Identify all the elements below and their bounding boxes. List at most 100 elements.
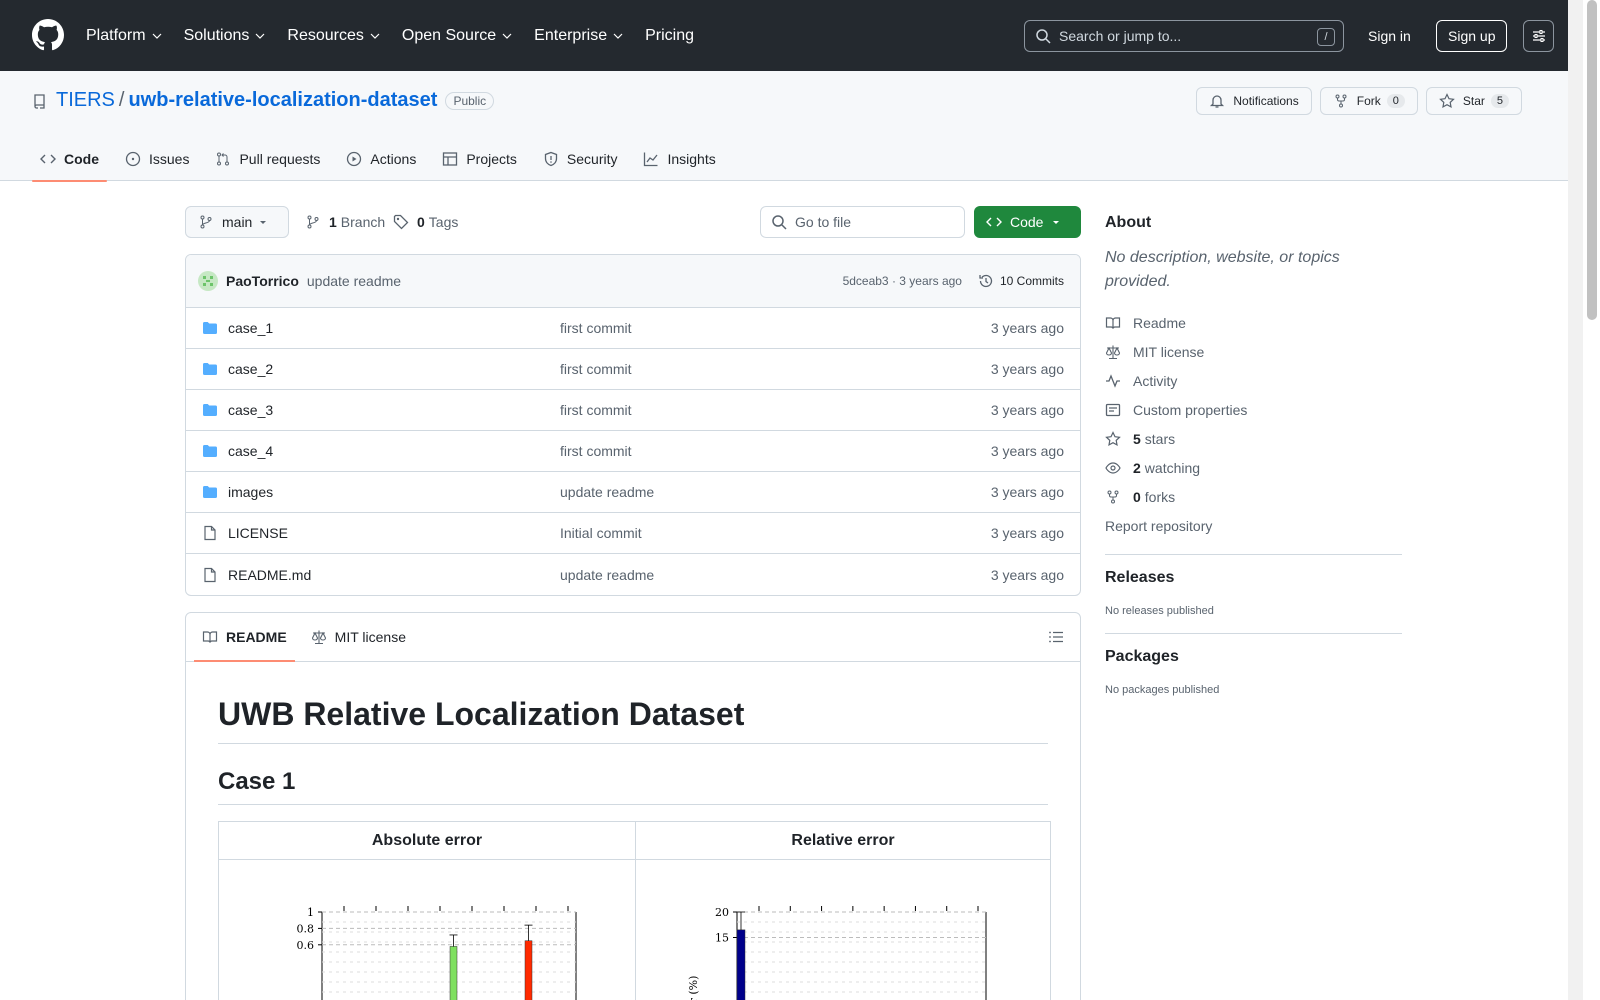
tab-pull-requests[interactable]: Pull requests [207, 136, 328, 181]
license-link[interactable]: MIT license [1105, 337, 1402, 366]
scrollbar-thumb[interactable] [1587, 0, 1597, 320]
nav-enterprise[interactable]: Enterprise [534, 27, 623, 45]
file-icon [202, 567, 218, 583]
report-repository-link[interactable]: Report repository [1105, 511, 1402, 540]
file-name-link[interactable]: case_1 [228, 320, 560, 336]
latest-commit-row: PaoTorrico update readme 5dceab3 · 3 yea… [186, 255, 1080, 308]
file-commit-message-link[interactable]: Initial commit [560, 525, 642, 541]
folder-icon [203, 363, 217, 375]
file-commit-message-link[interactable]: update readme [560, 484, 654, 500]
list-icon [1049, 631, 1063, 643]
y-tick-label: 0.6 [297, 939, 315, 952]
repo-actions: Notifications Fork 0 Star 5 [1188, 87, 1522, 115]
activity-link[interactable]: Activity [1105, 366, 1402, 395]
star-button[interactable]: Star 5 [1425, 87, 1522, 115]
y-tick-label: 20 [715, 906, 729, 919]
releases-heading[interactable]: Releases [1105, 569, 1402, 587]
tab-actions[interactable]: Actions [338, 136, 424, 181]
go-to-file-input[interactable]: Go to file [760, 206, 965, 238]
nav-solutions[interactable]: Solutions [184, 27, 266, 45]
file-commit-message-link[interactable]: first commit [560, 361, 632, 377]
table-row: case_2 first commit 3 years ago [186, 349, 1080, 390]
tab-security[interactable]: Security [535, 136, 626, 181]
nav-resources[interactable]: Resources [287, 27, 380, 45]
commits-history-link[interactable]: 10 Commits [978, 273, 1064, 289]
tab-code[interactable]: Code [32, 136, 107, 182]
notifications-label: Notifications [1233, 94, 1299, 108]
file-commit-message-link[interactable]: update readme [560, 567, 654, 583]
repo-owner-link[interactable]: TIERS [56, 89, 115, 112]
code-dropdown-button[interactable]: Code [974, 206, 1081, 238]
nav-platform[interactable]: Platform [86, 27, 162, 45]
commit-author-link[interactable]: PaoTorrico [226, 273, 299, 289]
search-placeholder: Search or jump to... [1059, 28, 1182, 44]
about-heading: About [1105, 214, 1152, 231]
page-scrollbar[interactable] [1568, 0, 1583, 1000]
chevron-down-icon [613, 33, 623, 39]
commit-message-link[interactable]: update readme [307, 273, 401, 289]
issue-icon [125, 151, 141, 166]
tags-link[interactable]: 0 Tags [393, 206, 458, 238]
file-table: PaoTorrico update readme 5dceab3 · 3 yea… [185, 254, 1081, 596]
tab-license[interactable]: MIT license [303, 613, 414, 661]
star-count: 5 [1490, 94, 1509, 108]
file-name-link[interactable]: images [228, 484, 560, 500]
sign-up-button[interactable]: Sign up [1436, 20, 1508, 52]
search-icon [772, 215, 787, 230]
file-name-link[interactable]: case_4 [228, 443, 560, 459]
identicon-icon [203, 276, 213, 286]
file-commit-message-link[interactable]: first commit [560, 402, 632, 418]
file-commit-message-link[interactable]: first commit [560, 443, 632, 459]
file-name-link[interactable]: README.md [228, 567, 560, 583]
stars-link[interactable]: 5 stars [1105, 424, 1402, 453]
file-name-link[interactable]: LICENSE [228, 525, 560, 541]
play-icon [347, 151, 362, 166]
table-header-absolute: Absolute error [218, 821, 636, 860]
table-icon [443, 151, 458, 166]
branch-count-label: Branch [340, 214, 386, 230]
fork-button[interactable]: Fork 0 [1319, 87, 1418, 115]
star-icon [1105, 430, 1121, 446]
appearance-settings-button[interactable] [1523, 20, 1554, 52]
custom-properties-link[interactable]: Custom properties [1105, 395, 1402, 424]
github-logo-icon[interactable] [32, 19, 64, 51]
global-search-input[interactable]: Search or jump to... / [1024, 20, 1344, 52]
chevron-down-icon [502, 33, 512, 39]
repo-icon [34, 93, 45, 109]
tab-readme[interactable]: README [194, 613, 295, 662]
fork-label: Fork [1356, 94, 1381, 108]
branch-selector[interactable]: main [185, 206, 289, 238]
commit-hash-time[interactable]: 5dceab3 · 3 years ago [843, 274, 962, 288]
readme-section-heading: Case 1 [218, 768, 1048, 805]
file-icon [204, 567, 216, 582]
about-description: No description, website, or topics provi… [1105, 249, 1340, 290]
nav-open-source[interactable]: Open Source [402, 27, 512, 45]
watchers-link[interactable]: 2 watching [1105, 453, 1402, 482]
forks-link[interactable]: 0 forks [1105, 482, 1402, 511]
book-icon [1105, 316, 1121, 329]
table-of-contents-button[interactable] [1048, 629, 1064, 648]
nav-pricing[interactable]: Pricing [645, 27, 694, 45]
folder-icon [202, 484, 218, 500]
file-commit-message-link[interactable]: first commit [560, 320, 632, 336]
tab-projects[interactable]: Projects [434, 136, 525, 181]
notifications-button[interactable]: Notifications [1196, 87, 1312, 115]
sign-in-link[interactable]: Sign in [1356, 20, 1423, 52]
file-name-link[interactable]: case_3 [228, 402, 560, 418]
fork-icon [1107, 490, 1119, 503]
tab-insights[interactable]: Insights [635, 136, 723, 181]
chevron-down-icon [370, 33, 380, 39]
file-name-link[interactable]: case_2 [228, 361, 560, 377]
file-commit-date: 3 years ago [990, 525, 1064, 541]
packages-heading[interactable]: Packages [1105, 648, 1402, 666]
repo-name-link[interactable]: uwb-relative-localization-dataset [128, 89, 437, 112]
readme-link[interactable]: Readme [1105, 308, 1402, 337]
license-link-label: MIT license [1133, 343, 1205, 360]
fork-icon [1335, 94, 1347, 108]
branches-link[interactable]: 1 Branch [305, 206, 385, 238]
repo-title: TIERS / uwb-relative-localization-datase… [32, 89, 495, 112]
avatar[interactable] [198, 271, 218, 291]
tab-issues[interactable]: Issues [117, 136, 197, 181]
search-shortcut-key: / [1317, 28, 1335, 46]
visibility-badge: Public [445, 91, 495, 110]
